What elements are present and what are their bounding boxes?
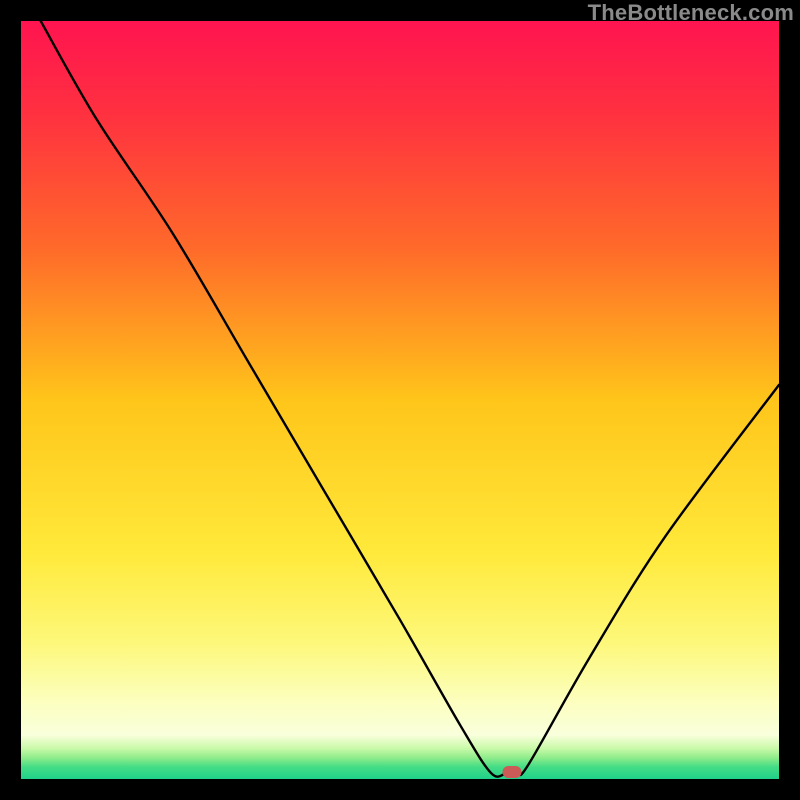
optimal-marker: [503, 766, 522, 778]
chart-frame: TheBottleneck.com: [0, 0, 800, 800]
bottleneck-curve: [21, 21, 779, 779]
plot-area: [21, 21, 779, 779]
